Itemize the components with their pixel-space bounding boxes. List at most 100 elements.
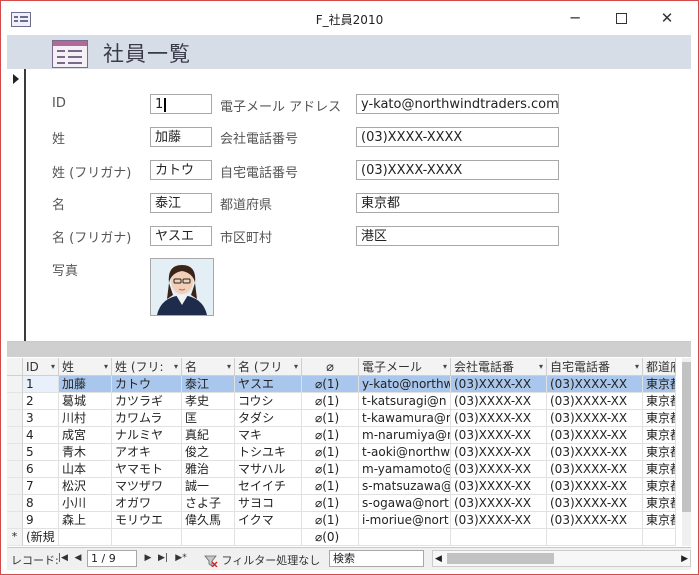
table-cell[interactable]: m-yamamoto@	[359, 461, 451, 478]
employee-photo[interactable]	[150, 258, 214, 316]
table-cell[interactable]: 9	[23, 512, 59, 529]
column-header-3[interactable]: 姓 (フリ: ▾	[112, 358, 182, 376]
table-cell[interactable]: 小川	[59, 495, 112, 512]
table-cell[interactable]: (03)XXXX-XX	[547, 461, 643, 478]
column-dropdown-icon[interactable]: ▾	[227, 358, 231, 375]
table-cell[interactable]: (03)XXXX-XX	[547, 512, 643, 529]
column-header-7[interactable]: 電子メール ▾	[359, 358, 451, 376]
column-header-6[interactable]: ⌀	[302, 358, 359, 376]
filter-status[interactable]: フィルター処理なし	[204, 552, 320, 568]
table-cell[interactable]: 東京都	[643, 444, 676, 461]
table-cell[interactable]: オガワ	[112, 495, 182, 512]
table-cell[interactable]: s-ogawa@nort	[359, 495, 451, 512]
first-record-button[interactable]: |◀	[57, 551, 69, 566]
table-cell[interactable]: 2	[23, 393, 59, 410]
record-selector[interactable]	[7, 69, 26, 341]
next-record-button[interactable]: ▶	[142, 551, 154, 566]
table-cell[interactable]: 川村	[59, 410, 112, 427]
table-cell[interactable]: マキ	[235, 427, 302, 444]
table-cell[interactable]: モリウエ	[112, 512, 182, 529]
home-phone-field[interactable]: (03)XXXX-XXXX	[356, 160, 559, 180]
table-cell[interactable]: (03)XXXX-XX	[451, 512, 547, 529]
table-cell[interactable]: s-matsuzawa@	[359, 478, 451, 495]
new-row-cell[interactable]	[182, 529, 235, 546]
table-cell[interactable]: i-moriue@nort	[359, 512, 451, 529]
table-cell[interactable]: 東京都	[643, 393, 676, 410]
scroll-right-icon[interactable]: ▶	[681, 551, 688, 567]
table-cell[interactable]: 松沢	[59, 478, 112, 495]
table-cell[interactable]: 偉久馬	[182, 512, 235, 529]
new-row-cell[interactable]	[547, 529, 643, 546]
row-selector[interactable]	[7, 512, 23, 529]
table-cell[interactable]: 3	[23, 410, 59, 427]
column-dropdown-icon[interactable]: ▾	[539, 358, 543, 375]
new-row-cell[interactable]	[235, 529, 302, 546]
table-cell[interactable]: (03)XXXX-XX	[451, 461, 547, 478]
table-cell[interactable]: t-kawamura@n	[359, 410, 451, 427]
column-dropdown-icon[interactable]: ▾	[294, 358, 298, 375]
table-cell[interactable]: (03)XXXX-XX	[547, 478, 643, 495]
new-row-cell[interactable]	[451, 529, 547, 546]
new-row-cell[interactable]: ⌀(0)	[302, 529, 359, 546]
row-selector[interactable]	[7, 427, 23, 444]
new-row-selector[interactable]: *	[7, 529, 23, 546]
table-cell[interactable]: 雅治	[182, 461, 235, 478]
select-all-corner[interactable]	[7, 358, 23, 376]
table-cell[interactable]: さよ子	[182, 495, 235, 512]
table-cell[interactable]: 森上	[59, 512, 112, 529]
sei-kana-field[interactable]: カトウ	[150, 160, 212, 180]
splitter-bar[interactable]	[7, 342, 691, 357]
table-cell[interactable]: 4	[23, 427, 59, 444]
table-cell[interactable]: ⌀(1)	[302, 393, 359, 410]
horizontal-scroll-thumb[interactable]	[447, 553, 554, 564]
table-cell[interactable]: 孝史	[182, 393, 235, 410]
column-dropdown-icon[interactable]: ▾	[104, 358, 108, 375]
row-selector[interactable]	[7, 461, 23, 478]
table-cell[interactable]: 8	[23, 495, 59, 512]
table-cell[interactable]: (03)XXXX-XX	[451, 376, 547, 393]
column-header-1[interactable]: ID ▾	[23, 358, 59, 376]
table-cell[interactable]: (03)XXXX-XX	[547, 495, 643, 512]
table-cell[interactable]: ⌀(1)	[302, 427, 359, 444]
prefecture-field[interactable]: 東京都	[356, 193, 559, 213]
table-cell[interactable]: マツザワ	[112, 478, 182, 495]
column-header-4[interactable]: 名 ▾	[182, 358, 235, 376]
last-record-button[interactable]: ▶|	[157, 551, 169, 566]
new-record-button[interactable]: ▶*	[173, 551, 189, 566]
table-cell[interactable]: y-kato@northw	[359, 376, 451, 393]
column-header-2[interactable]: 姓 ▾	[59, 358, 112, 376]
column-dropdown-icon[interactable]: ▾	[635, 358, 639, 375]
sei-field[interactable]: 加藤	[150, 127, 212, 147]
record-position-input[interactable]: 1 / 9	[87, 550, 137, 567]
row-selector[interactable]	[7, 495, 23, 512]
table-cell[interactable]: カワムラ	[112, 410, 182, 427]
table-cell[interactable]: 葛城	[59, 393, 112, 410]
scroll-left-icon[interactable]: ◀	[435, 551, 442, 567]
table-cell[interactable]: (03)XXXX-XX	[547, 427, 643, 444]
column-header-9[interactable]: 自宅電話番 ▾	[547, 358, 643, 376]
horizontal-scrollbar[interactable]: ◀ ▶	[432, 550, 691, 567]
column-dropdown-icon[interactable]: ▾	[443, 358, 447, 375]
table-cell[interactable]: ヤマモト	[112, 461, 182, 478]
table-cell[interactable]: (03)XXXX-XX	[451, 495, 547, 512]
minimize-button[interactable]: ─	[552, 4, 598, 32]
table-cell[interactable]: (03)XXXX-XX	[451, 444, 547, 461]
row-selector[interactable]	[7, 393, 23, 410]
column-header-8[interactable]: 会社電話番 ▾	[451, 358, 547, 376]
table-cell[interactable]: タダシ	[235, 410, 302, 427]
table-cell[interactable]: 泰江	[182, 376, 235, 393]
column-dropdown-icon[interactable]: ▾	[51, 358, 55, 375]
previous-record-button[interactable]: ◀	[72, 551, 84, 566]
table-cell[interactable]: コウシ	[235, 393, 302, 410]
table-cell[interactable]: 成宮	[59, 427, 112, 444]
table-cell[interactable]: (03)XXXX-XX	[547, 376, 643, 393]
column-header-5[interactable]: 名 (フリ ▾	[235, 358, 302, 376]
table-cell[interactable]: (03)XXXX-XX	[451, 393, 547, 410]
table-cell[interactable]: 誠一	[182, 478, 235, 495]
table-cell[interactable]: 東京都	[643, 376, 676, 393]
new-row-cell[interactable]	[59, 529, 112, 546]
table-cell[interactable]: 東京都	[643, 461, 676, 478]
search-input[interactable]: 検索	[329, 550, 424, 567]
table-cell[interactable]: 東京都	[643, 478, 676, 495]
table-cell[interactable]: 東京都	[643, 427, 676, 444]
